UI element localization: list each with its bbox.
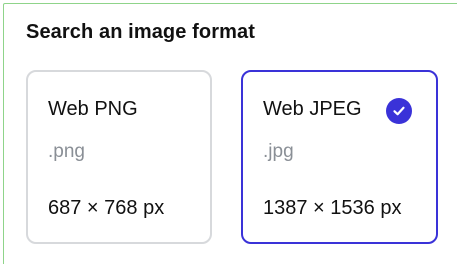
format-extension: .jpg [263, 141, 294, 162]
format-option-web-png[interactable]: Web PNG .png 687 × 768 px [26, 70, 212, 244]
format-dimensions: 1387 × 1536 px [263, 197, 402, 219]
format-name: Web PNG [48, 98, 138, 120]
format-option-web-jpeg[interactable]: Web JPEG .jpg 1387 × 1536 px [241, 70, 438, 244]
checkmark-glyph [393, 106, 405, 116]
check-circle-icon [386, 98, 412, 124]
section-heading: Search an image format [26, 21, 255, 43]
format-dimensions: 687 × 768 px [48, 197, 165, 219]
format-extension: .png [48, 141, 85, 162]
format-name: Web JPEG [263, 98, 362, 120]
